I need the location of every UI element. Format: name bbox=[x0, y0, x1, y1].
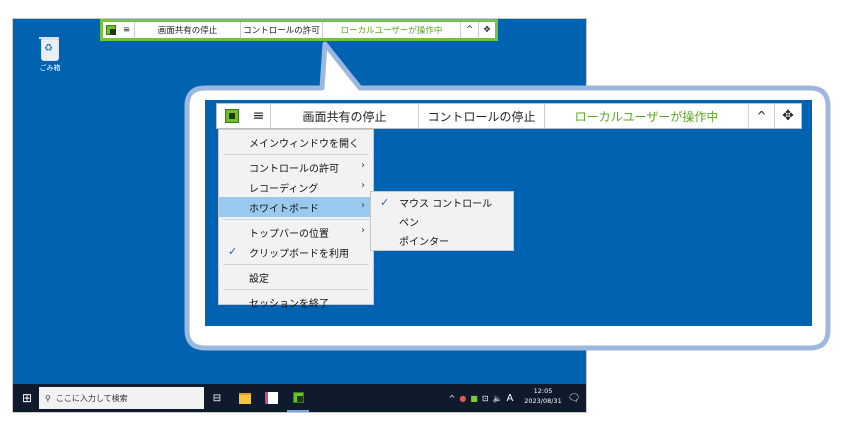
menu-separator bbox=[223, 264, 369, 265]
local-user-status: ローカルユーザーが操作中 bbox=[545, 104, 749, 128]
toolbar-app-icon[interactable] bbox=[217, 104, 247, 128]
chevron-right-icon: › bbox=[361, 160, 365, 171]
chevron-right-icon: › bbox=[361, 200, 365, 211]
menu-item-label: クリップボードを利用 bbox=[249, 248, 349, 260]
menu-item-label: ペン bbox=[399, 218, 419, 229]
menu-item-open-main-window[interactable]: メインウィンドウを開く bbox=[219, 132, 373, 152]
whiteboard-submenu: ✓ マウス コントロール ペン ポインター bbox=[370, 191, 514, 251]
remote-toolbar-zoomed: ≡ 画面共有の停止 コントロールの停止 ローカルユーザーが操作中 ^ ✥ bbox=[216, 103, 802, 129]
toolbar-dropdown-menu: メインウィンドウを開く コントロールの許可 › レコーディング › ホワイトボード ›… bbox=[218, 129, 374, 310]
menu-item-settings[interactable]: 設定 bbox=[219, 267, 373, 287]
menu-item-label: マウス コントロール bbox=[399, 199, 493, 210]
menu-item-toolbar-position[interactable]: トップバーの位置 › bbox=[219, 222, 373, 242]
chevron-up-icon[interactable]: ^ bbox=[749, 104, 775, 128]
stop-control-button[interactable]: コントロールの停止 bbox=[419, 104, 545, 128]
menu-item-label: メインウィンドウを開く bbox=[249, 138, 359, 150]
submenu-item-pointer[interactable]: ポインター bbox=[371, 231, 513, 250]
menu-separator bbox=[223, 154, 369, 155]
submenu-item-mouse-control[interactable]: ✓ マウス コントロール bbox=[371, 193, 513, 212]
menu-item-label: レコーディング bbox=[249, 183, 319, 195]
menu-item-label: ポインター bbox=[399, 237, 449, 248]
menu-separator bbox=[223, 289, 369, 290]
menu-item-use-clipboard[interactable]: ✓ クリップボードを利用 bbox=[219, 242, 373, 262]
menu-item-label: ホワイトボード bbox=[249, 203, 319, 215]
submenu-item-pen[interactable]: ペン bbox=[371, 212, 513, 231]
menu-item-whiteboard[interactable]: ホワイトボード › bbox=[219, 197, 373, 217]
checkmark-icon: ✓ bbox=[380, 196, 390, 209]
menu-item-allow-control[interactable]: コントロールの許可 › bbox=[219, 157, 373, 177]
menu-separator bbox=[223, 219, 369, 220]
menu-item-label: セッションを終了 bbox=[249, 298, 329, 310]
menu-item-end-session[interactable]: セッションを終了 bbox=[219, 292, 373, 312]
chevron-right-icon: › bbox=[361, 225, 365, 236]
menu-item-label: トップバーの位置 bbox=[249, 228, 329, 240]
menu-item-label: コントロールの許可 bbox=[249, 163, 339, 175]
checkmark-icon: ✓ bbox=[228, 245, 238, 258]
move-icon[interactable]: ✥ bbox=[775, 104, 801, 128]
chevron-right-icon: › bbox=[361, 180, 365, 191]
menu-item-label: 設定 bbox=[249, 273, 269, 285]
menu-icon[interactable]: ≡ bbox=[247, 104, 271, 128]
stop-sharing-button[interactable]: 画面共有の停止 bbox=[271, 104, 419, 128]
menu-item-recording[interactable]: レコーディング › bbox=[219, 177, 373, 197]
